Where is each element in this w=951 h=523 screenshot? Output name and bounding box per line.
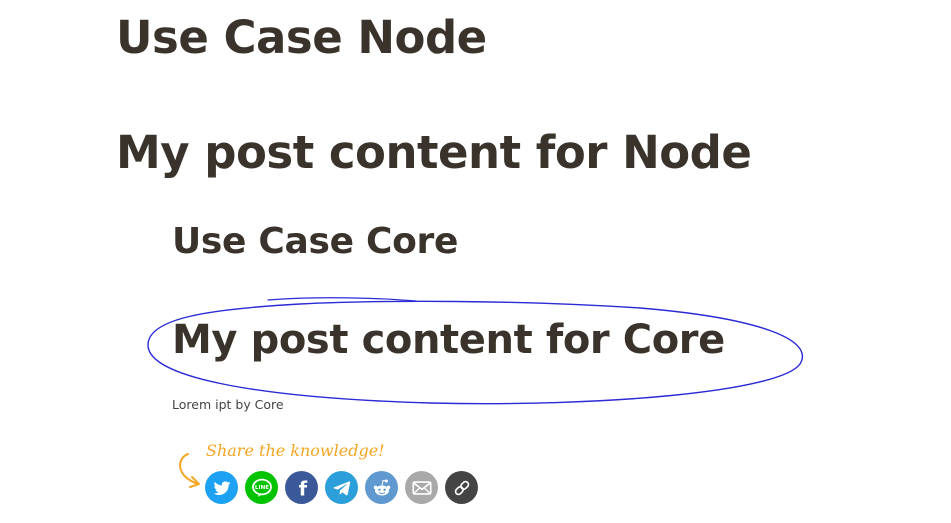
- share-email-button[interactable]: [405, 471, 438, 504]
- line-icon: LINE: [251, 478, 272, 497]
- envelope-icon: [411, 480, 432, 495]
- line-icon-text: LINE: [254, 485, 268, 491]
- share-label: Share the knowledge!: [206, 441, 385, 460]
- reddit-alien-icon: [373, 479, 390, 495]
- curved-arrow-icon: [179, 453, 200, 488]
- embedded-post-subtitle: My post content for Core: [172, 317, 725, 363]
- share-copy-link-button[interactable]: [445, 471, 478, 504]
- twitter-bird-icon: [213, 480, 230, 495]
- hand-drawn-circle-annotation: [147, 297, 803, 405]
- share-twitter-button[interactable]: [205, 471, 238, 504]
- telegram-plane-icon: [332, 480, 350, 495]
- share-buttons: LINE f: [205, 471, 478, 505]
- share-line-button[interactable]: LINE: [245, 471, 278, 504]
- embedded-post-body: Lorem ipt by Core: [172, 397, 284, 412]
- facebook-icon: f: [298, 477, 307, 499]
- page-title: Use Case Node: [116, 11, 487, 64]
- share-reddit-button[interactable]: [365, 471, 398, 504]
- share-telegram-button[interactable]: [325, 471, 358, 504]
- share-facebook-button[interactable]: f: [285, 471, 318, 504]
- page-subtitle: My post content for Node: [116, 126, 752, 179]
- facebook-icon-letter: f: [298, 477, 307, 499]
- chain-link-icon: [454, 480, 469, 495]
- embedded-post-title: Use Case Core: [172, 221, 459, 262]
